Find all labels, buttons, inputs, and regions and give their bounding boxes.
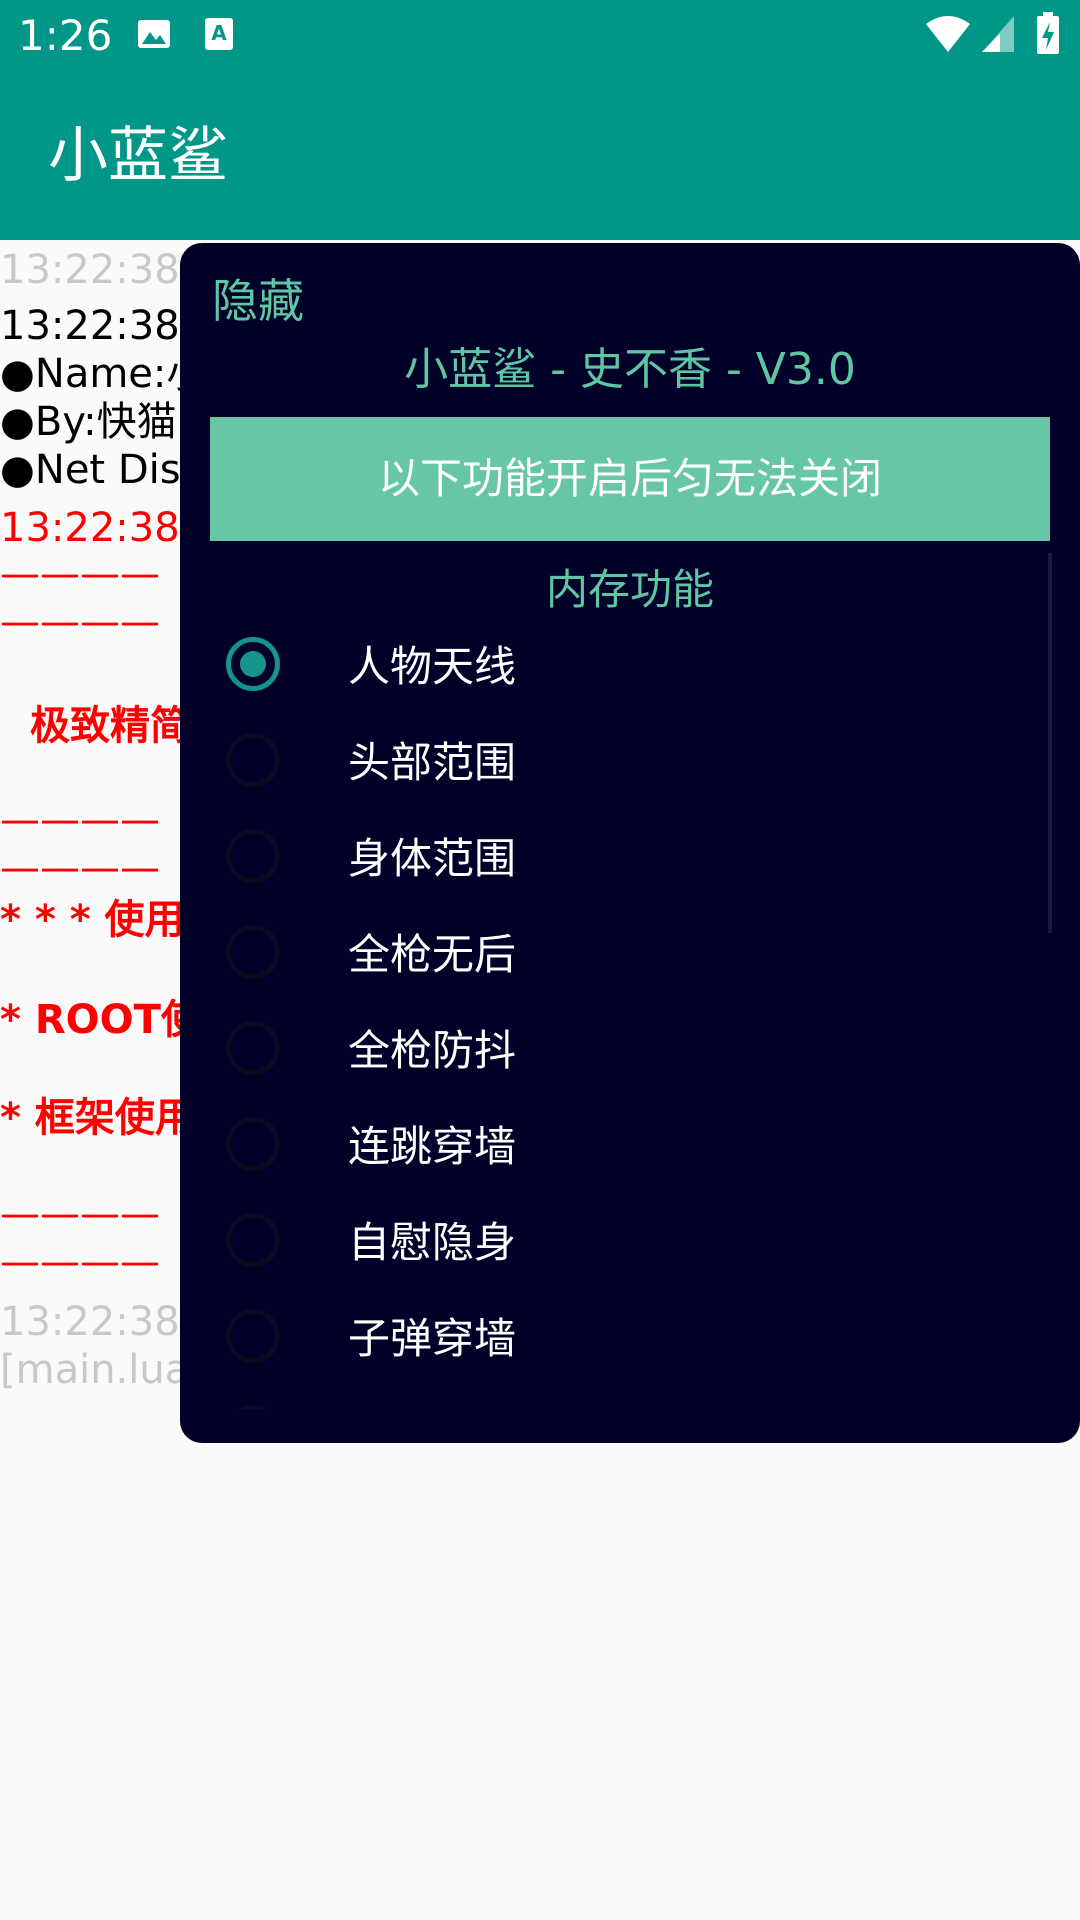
wifi-icon — [924, 14, 972, 58]
option-label: 子弹穿墙 — [348, 1314, 517, 1363]
image-icon — [136, 16, 172, 56]
option-label: 全枪无后 — [348, 930, 517, 979]
hide-button[interactable]: 隐藏 — [212, 273, 304, 329]
app-title: 小蓝鲨 — [48, 121, 228, 191]
log-line: * ROOT使 — [0, 997, 201, 1043]
cell-signal-icon — [980, 14, 1016, 58]
option-partial[interactable] — [210, 1391, 1010, 1409]
log-line: ———— — [0, 797, 160, 843]
log-line: ———— — [0, 845, 160, 891]
radio-unchecked-icon[interactable] — [226, 1405, 280, 1409]
feature-dialog: 隐藏 小蓝鲨 - 史不香 - V3.0 以下功能开启后匀无法关闭 内存功能 人物… — [180, 243, 1080, 1443]
log-line: ———— — [0, 1239, 160, 1285]
radio-unchecked-icon[interactable] — [226, 1117, 280, 1171]
option-label: 自慰隐身 — [348, 1218, 517, 1267]
svg-text:A: A — [211, 21, 227, 45]
option-zidan-chuanqiang[interactable]: 子弹穿墙 — [210, 1295, 1010, 1383]
log-line: ●Net Dis — [0, 447, 181, 493]
log-line: ———— — [0, 551, 160, 597]
log-line: * 框架使用 — [0, 1095, 195, 1141]
status-time: 1:26 — [18, 11, 113, 60]
option-liantiao-chuanqiang[interactable]: 连跳穿墙 — [210, 1103, 1010, 1191]
radio-unchecked-icon[interactable] — [226, 1309, 280, 1363]
option-quanqiang-fangdou[interactable]: 全枪防抖 — [210, 1007, 1010, 1095]
radio-unchecked-icon[interactable] — [226, 733, 280, 787]
battery-charging-icon — [1036, 12, 1060, 60]
status-bar: 1:26 A — [0, 0, 1080, 72]
scrollbar[interactable] — [1048, 553, 1052, 933]
option-label: 头部范围 — [348, 738, 517, 787]
warning-banner: 以下功能开启后匀无法关闭 — [210, 417, 1050, 541]
app-bar: 小蓝鲨 — [0, 72, 1080, 240]
option-ziwei-yinshen[interactable]: 自慰隐身 — [210, 1199, 1010, 1287]
log-line: ●By:快猫 — [0, 399, 177, 445]
radio-unchecked-icon[interactable] — [226, 1213, 280, 1267]
radio-unchecked-icon[interactable] — [226, 925, 280, 979]
section-title: 内存功能 — [545, 565, 714, 614]
log-line: 极致精简 — [30, 703, 190, 749]
log-line: ———— — [0, 599, 160, 645]
option-shenti-fanwei[interactable]: 身体范围 — [210, 815, 1010, 903]
option-label: 连跳穿墙 — [348, 1122, 517, 1171]
log-line: [main.lua] — [0, 1347, 205, 1393]
keyboard-a-icon: A — [204, 16, 234, 56]
option-label: 身体范围 — [348, 834, 517, 883]
radio-checked-icon[interactable] — [226, 637, 280, 691]
option-quanqiang-wuhou[interactable]: 全枪无后 — [210, 911, 1010, 999]
dialog-title: 小蓝鲨 - 史不香 - V3.0 — [404, 344, 856, 395]
log-line: ———— — [0, 1191, 160, 1237]
option-label: 人物天线 — [348, 642, 517, 691]
radio-unchecked-icon[interactable] — [226, 1021, 280, 1075]
log-line: ●Name:小 — [0, 351, 207, 397]
option-toubu-fanwei[interactable]: 头部范围 — [210, 719, 1010, 807]
option-label: 全枪防抖 — [348, 1026, 517, 1075]
radio-unchecked-icon[interactable] — [226, 829, 280, 883]
option-renwu-tianxian[interactable]: 人物天线 — [210, 623, 1010, 711]
